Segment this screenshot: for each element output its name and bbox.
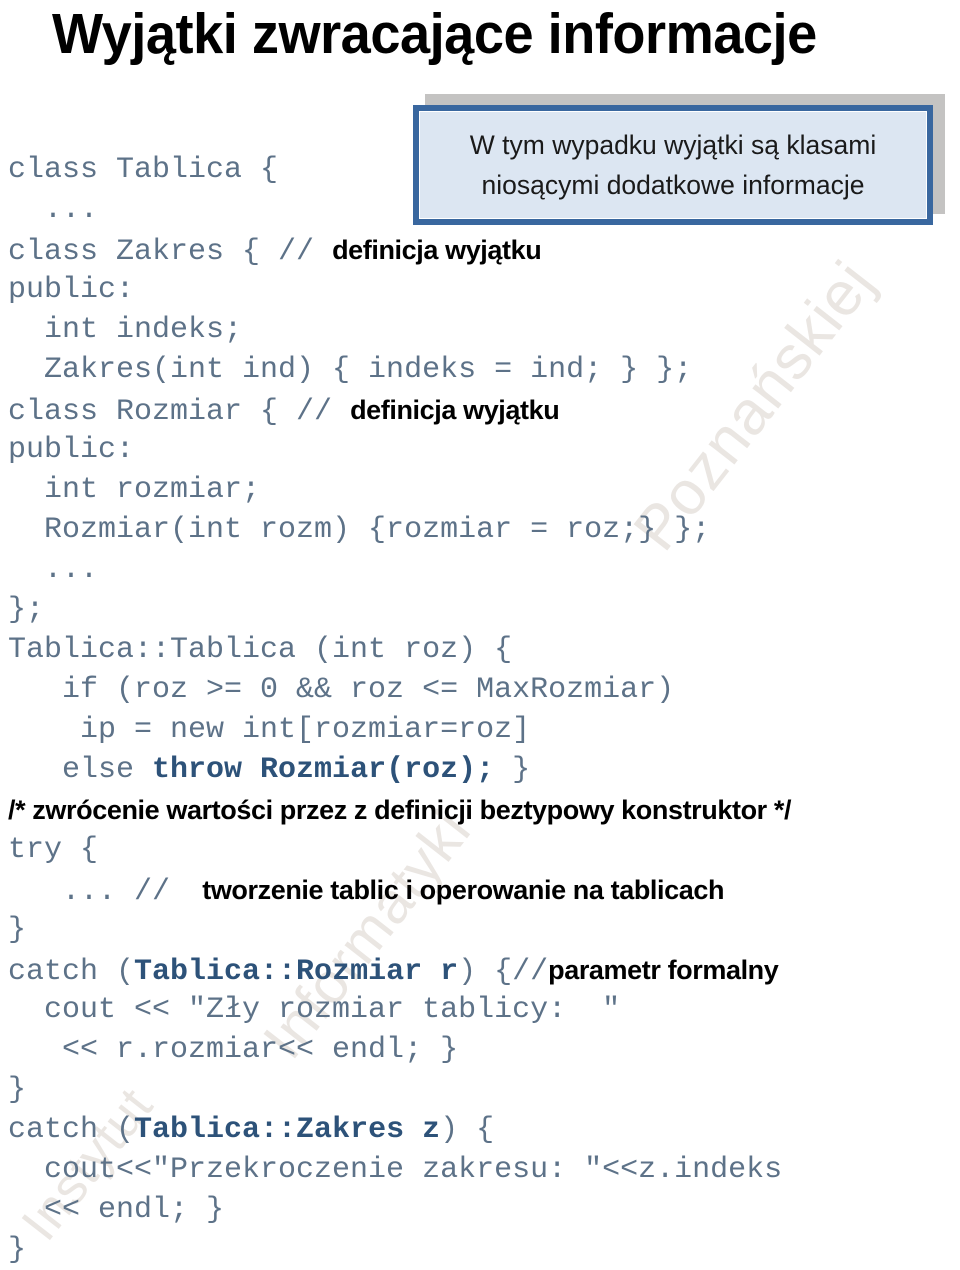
code-line: Tablica::Tablica (int roz) { [0, 630, 960, 670]
code-token: Tablica::Zakres z [134, 1113, 441, 1147]
code-line: class Zakres { // definicja wyjątku [0, 230, 960, 270]
code-token: catch ( [8, 955, 135, 989]
code-token: if (roz >= 0 && roz <= MaxRozmiar) [8, 673, 675, 707]
code-token: catch ( [8, 1113, 135, 1147]
code-line: }; [0, 590, 960, 630]
code-token: } [8, 1233, 27, 1267]
code-token: Zakres(int ind) { indeks = ind; } }; [8, 353, 693, 387]
code-line: } [0, 910, 960, 950]
code-line: else throw Rozmiar(roz); } [0, 750, 960, 790]
code-line: catch (Tablica::Rozmiar r) {//parametr f… [0, 950, 960, 990]
code-token: } [8, 913, 27, 947]
code-token: int indeks; [8, 313, 243, 347]
callout-line: niosącymi dodatkowe informacje [481, 170, 865, 200]
code-line: public: [0, 430, 960, 470]
code-line: cout << "Zły rozmiar tablicy: " [0, 990, 960, 1030]
code-token: Tablica::Tablica (int roz) { [8, 633, 513, 667]
code-token: int rozmiar; [8, 473, 261, 507]
code-token: cout<<"Przekroczenie zakresu: "<<z.indek… [8, 1153, 783, 1187]
code-token: throw Rozmiar(roz); [152, 753, 495, 787]
code-token: } [8, 1073, 27, 1107]
code-token: public: [8, 433, 135, 467]
code-line: cout<<"Przekroczenie zakresu: "<<z.indek… [0, 1150, 960, 1190]
code-line: } [0, 1070, 960, 1110]
code-line: /* zwrócenie wartości przez z definicji … [0, 790, 960, 830]
code-token: Rozmiar(int rozm) {rozmiar = roz;} }; [8, 513, 711, 547]
code-listing: class Tablica { ... class Zakres { // def… [0, 150, 960, 1270]
code-line: ... // tworzenie tablic i operowanie na … [0, 870, 960, 910]
code-token: }; [8, 593, 45, 627]
code-token: ... [8, 193, 99, 227]
code-line: Rozmiar(int rozm) {rozmiar = roz;} }; [0, 510, 960, 550]
page-title: Wyjątki zwracające informacje [52, 2, 817, 66]
code-comment: parametr formalny [548, 955, 779, 985]
code-token: Tablica::Rozmiar r [134, 955, 459, 989]
code-token: class Zakres { // [8, 235, 333, 269]
code-token: class Tablica { [8, 153, 279, 187]
code-comment: definicja wyjątku [350, 395, 560, 425]
code-token: << endl; } [8, 1193, 225, 1227]
code-line: } [0, 1230, 960, 1270]
code-token: class Rozmiar { // [8, 395, 351, 429]
code-line: ... [0, 550, 960, 590]
code-line: try { [0, 830, 960, 870]
code-token: else [8, 753, 153, 787]
code-token: << r.rozmiar<< endl; } [8, 1033, 459, 1067]
callout-frame: W tym wypadku wyjątki są klasami niosący… [413, 105, 933, 225]
code-token: cout << "Zły rozmiar tablicy: " [8, 993, 621, 1027]
code-token: public: [8, 273, 135, 307]
code-comment: definicja wyjątku [332, 235, 542, 265]
code-token: try { [8, 833, 99, 867]
callout-box: W tym wypadku wyjątki są klasami niosący… [413, 94, 945, 225]
code-line: int rozmiar; [0, 470, 960, 510]
callout-line: W tym wypadku wyjątki są klasami [469, 130, 877, 160]
code-line: << endl; } [0, 1190, 960, 1230]
code-line: if (roz >= 0 && roz <= MaxRozmiar) [0, 670, 960, 710]
code-token: } [494, 753, 531, 787]
code-token: ... [8, 553, 99, 587]
code-line: class Rozmiar { // definicja wyjątku [0, 390, 960, 430]
code-token: ) {// [458, 955, 549, 989]
code-token: ip = new int[rozmiar=roz] [8, 713, 531, 747]
code-line: Zakres(int ind) { indeks = ind; } }; [0, 350, 960, 390]
code-comment: tworzenie tablic i operowanie na tablica… [188, 875, 725, 905]
code-line: catch (Tablica::Zakres z) { [0, 1110, 960, 1150]
code-line: ip = new int[rozmiar=roz] [0, 710, 960, 750]
code-token: ... // [8, 875, 189, 909]
code-token: ) { [440, 1113, 495, 1147]
code-line: public: [0, 270, 960, 310]
code-line: << r.rozmiar<< endl; } [0, 1030, 960, 1070]
code-line: int indeks; [0, 310, 960, 350]
code-comment: /* zwrócenie wartości przez z definicji … [8, 795, 792, 825]
